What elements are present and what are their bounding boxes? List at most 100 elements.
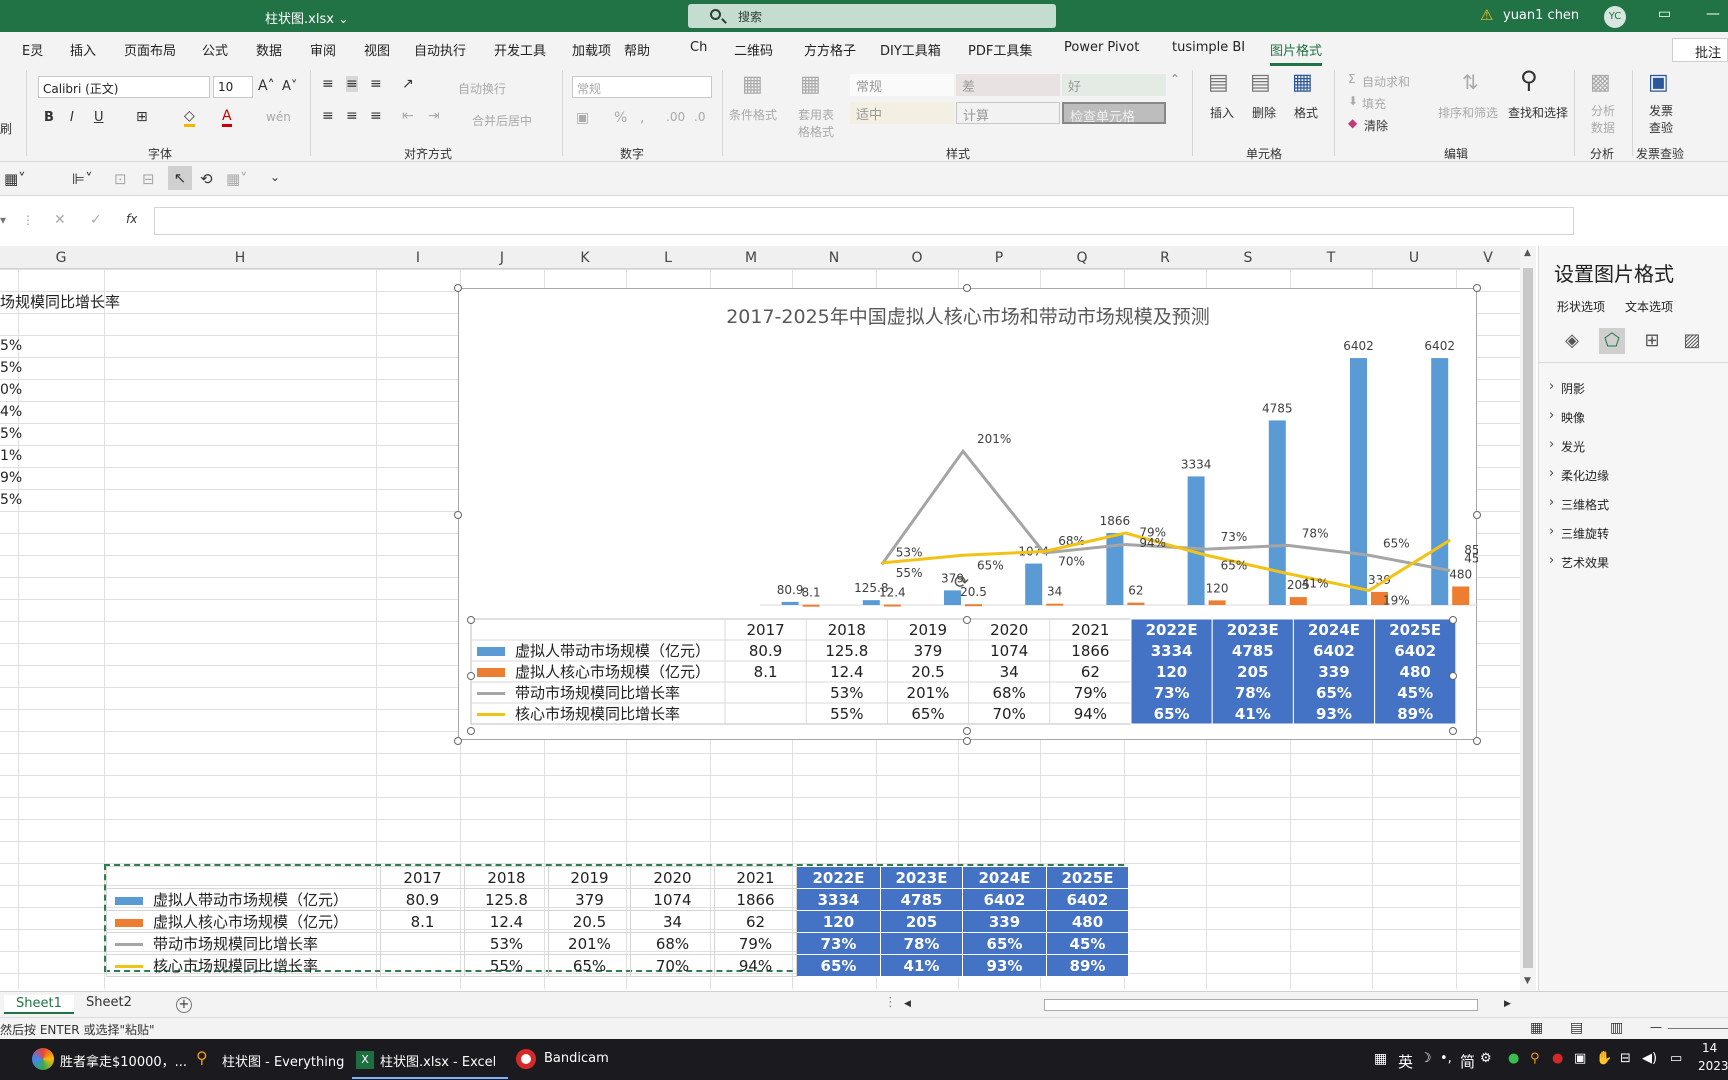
number-format-select[interactable]: 常规 — [572, 76, 712, 98]
table-format-button[interactable]: 套用表格格式 — [798, 106, 834, 140]
ribbon-tab-11[interactable]: Ch — [690, 40, 707, 55]
cell-pct[interactable]: 1% — [0, 448, 22, 464]
tray-record-icon[interactable]: ● — [1552, 1051, 1563, 1066]
column-header-U[interactable]: U — [1372, 250, 1456, 266]
wt-cell-1-0[interactable]: 8.1 — [380, 910, 465, 933]
column-header-M[interactable]: M — [710, 250, 792, 266]
wt-cell-2-2[interactable]: 201% — [548, 932, 631, 955]
format-button[interactable]: 格式 — [1294, 104, 1318, 121]
wt-cell-2-0[interactable] — [380, 932, 465, 955]
zoom-slider[interactable] — [1668, 1028, 1728, 1029]
taskbar-item-everything[interactable]: 柱状图 - Everything — [222, 1051, 344, 1070]
wt-cell-3-5[interactable]: 65% — [796, 954, 881, 977]
resize-handle[interactable] — [1473, 284, 1481, 292]
wt-cell-1-8[interactable]: 480 — [1046, 910, 1129, 933]
resize-handle[interactable] — [467, 727, 475, 735]
column-header-J[interactable]: J — [460, 250, 544, 266]
wt-cat-7[interactable]: 2024E — [962, 866, 1047, 889]
border-icon[interactable]: ⊞ — [136, 109, 148, 125]
resize-handle[interactable] — [1449, 672, 1457, 680]
cell-pct[interactable]: 5% — [0, 360, 22, 376]
sort-filter-icon[interactable]: ⇅ — [1462, 70, 1479, 94]
picture-icon[interactable]: ▨ — [1679, 328, 1705, 354]
font-size-select[interactable]: 10 — [213, 76, 253, 98]
function-icon[interactable]: fx — [126, 212, 137, 226]
font-color-icon[interactable]: A — [222, 108, 232, 127]
hscroll-right-icon[interactable]: ▶ — [1504, 999, 1511, 1009]
resize-handle[interactable] — [467, 672, 475, 680]
wt-cat-6[interactable]: 2023E — [880, 866, 963, 889]
wt-cell-0-5[interactable]: 3334 — [796, 888, 881, 911]
orientation-icon[interactable]: ↗ — [402, 76, 414, 92]
underline-icon[interactable]: U — [94, 110, 104, 125]
cancel-icon[interactable]: ✕ — [54, 212, 66, 228]
align-top-icon[interactable]: ≡ — [322, 76, 334, 92]
minimize-icon[interactable]: — — [1706, 6, 1720, 22]
chart-data-table[interactable]: 2017 2018 2019 2020 2021 2022E 2023E 2024E 2025E… — [470, 618, 1457, 725]
style-calc[interactable]: 计算 — [956, 102, 1060, 124]
wt-cell-2-5[interactable]: 73% — [796, 932, 881, 955]
style-neutral[interactable]: 适中 — [850, 102, 954, 124]
enter-icon[interactable]: ✓ — [90, 212, 102, 228]
chrome-icon[interactable] — [32, 1048, 54, 1070]
panel-section-2[interactable]: 发光 — [1549, 437, 1585, 455]
wt-cell-3-1[interactable]: 55% — [464, 954, 549, 977]
resize-handle[interactable] — [1473, 737, 1481, 745]
ribbon-tab-17[interactable]: tusimple BI — [1172, 40, 1245, 55]
tray-volume-icon[interactable]: ◀) — [1642, 1051, 1657, 1066]
fill-button[interactable]: 填充 — [1362, 95, 1386, 112]
ribbon-tab-7[interactable]: 自动执行 — [414, 40, 466, 59]
resize-handle[interactable] — [963, 727, 971, 735]
column-header-R[interactable]: R — [1124, 250, 1206, 266]
rotate-handle-icon[interactable]: ⟳ — [954, 572, 969, 593]
grid-options-icon[interactable]: ▦˅ — [226, 170, 248, 188]
bar-1-3[interactable] — [1046, 603, 1064, 606]
wt-cell-0-0[interactable]: 80.9 — [380, 888, 465, 911]
currency-icon[interactable]: ▣ — [576, 110, 589, 126]
resize-handle[interactable] — [963, 616, 971, 624]
fill-down-icon[interactable]: ⬇ — [1348, 94, 1358, 108]
wt-cell-1-4[interactable]: 62 — [714, 910, 797, 933]
ribbon-tab-16[interactable]: Power Pivot — [1064, 40, 1139, 55]
format-painter-label[interactable]: 刷 — [0, 120, 12, 137]
size-properties-icon[interactable]: ⊞ — [1639, 328, 1665, 354]
grow-font-icon[interactable]: A˄ — [258, 78, 275, 94]
autosum-button[interactable]: 自动求和 — [1362, 73, 1410, 90]
restore-ribbon-icon[interactable]: ▭ — [1658, 6, 1671, 22]
resize-handle[interactable] — [454, 511, 462, 519]
tray-power-icon[interactable]: ▭ — [1670, 1051, 1682, 1066]
decrease-decimal-icon[interactable]: .0 — [694, 110, 705, 124]
ribbon-tab-3[interactable]: 公式 — [202, 40, 228, 59]
wt-label-1[interactable]: 虚拟人核心市场规模（亿元） — [106, 910, 381, 933]
bar-0-6[interactable] — [1268, 420, 1286, 605]
comment-button[interactable]: 批注 — [1672, 38, 1728, 62]
font-name-select[interactable]: Calibri (正文) — [38, 76, 210, 98]
phonetic-icon[interactable]: wén — [266, 110, 291, 124]
ribbon-tab-5[interactable]: 审阅 — [310, 40, 336, 59]
wt-cell-2-7[interactable]: 65% — [962, 932, 1047, 955]
effects-icon[interactable]: ⬠ — [1599, 328, 1625, 354]
align-center-icon[interactable]: ≡ — [346, 108, 358, 124]
insert-cells-icon[interactable]: ▤ — [1208, 70, 1229, 95]
wt-cat-1[interactable]: 2018 — [464, 866, 549, 889]
cell-pct[interactable]: 5% — [0, 426, 22, 442]
find-select-button[interactable]: 查找和选择 — [1508, 104, 1568, 121]
formula-input[interactable] — [154, 207, 1574, 235]
wt-cell-3-8[interactable]: 89% — [1046, 954, 1129, 977]
bandicam-icon[interactable] — [516, 1049, 536, 1069]
file-name[interactable]: 柱状图.xlsx ⌄ — [265, 8, 349, 27]
bar-1-0[interactable] — [802, 604, 820, 607]
wt-cell-0-4[interactable]: 1866 — [714, 888, 797, 911]
add-sheet-icon[interactable]: + — [176, 997, 192, 1013]
tray-network-icon[interactable]: ⊟ — [1620, 1051, 1631, 1066]
wt-cat-3[interactable]: 2020 — [630, 866, 715, 889]
cell-pct[interactable]: 9% — [0, 470, 22, 486]
wt-cell-2-6[interactable]: 78% — [880, 932, 963, 955]
wt-label-0[interactable]: 虚拟人带动市场规模（亿元） — [106, 888, 381, 911]
resize-handle[interactable] — [1449, 616, 1457, 624]
wt-cell-2-1[interactable]: 53% — [464, 932, 549, 955]
bar-1-6[interactable] — [1289, 597, 1307, 605]
panel-section-3[interactable]: 柔化边缘 — [1549, 466, 1609, 484]
name-box-arrow-icon[interactable]: ▾ — [0, 213, 6, 227]
wt-cell-0-1[interactable]: 125.8 — [464, 888, 549, 911]
